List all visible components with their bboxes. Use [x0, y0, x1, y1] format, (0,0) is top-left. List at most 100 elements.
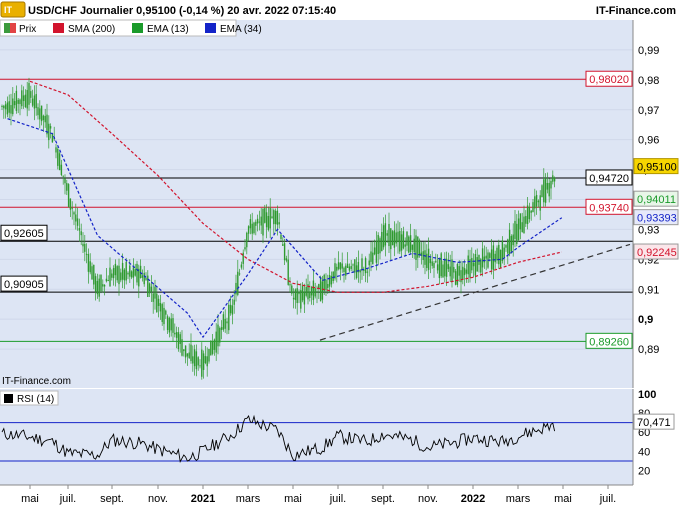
candle — [336, 266, 338, 271]
candle — [471, 257, 473, 271]
candle — [60, 164, 63, 176]
candle — [296, 288, 298, 304]
candle — [528, 206, 531, 220]
candle — [411, 244, 414, 250]
candle — [172, 318, 174, 333]
y-tick-label: 0,9 — [638, 314, 653, 326]
candle — [406, 231, 408, 246]
candle — [3, 105, 5, 109]
candle — [301, 285, 304, 301]
candle — [42, 115, 45, 121]
x-tick-label: mars — [236, 493, 261, 505]
candle — [201, 349, 203, 377]
candle — [427, 248, 430, 270]
candle — [186, 353, 189, 357]
candle — [429, 258, 432, 264]
value-tag-label: 0,94011 — [637, 194, 676, 206]
candle — [460, 270, 462, 283]
candle — [224, 318, 226, 329]
candle — [195, 351, 198, 370]
candle — [21, 90, 23, 107]
candle — [334, 263, 336, 279]
value-tag-label: 0,93393 — [637, 213, 677, 225]
candle — [440, 253, 442, 277]
candle — [96, 280, 99, 295]
candle — [244, 247, 246, 250]
candle — [159, 303, 162, 312]
candle — [6, 102, 9, 115]
watermark-text: IT-Finance.com — [2, 376, 71, 387]
candle — [372, 252, 374, 265]
candle — [211, 341, 214, 354]
candle — [71, 207, 73, 209]
y-tick-label: 0,98 — [638, 75, 659, 87]
candle — [206, 356, 208, 367]
candle — [499, 249, 502, 268]
candle — [415, 235, 417, 260]
candle — [49, 126, 52, 129]
candle — [550, 180, 552, 189]
rsi-y-tick-label: 40 — [638, 446, 650, 458]
candle — [402, 231, 405, 249]
candle — [120, 272, 122, 281]
candle — [165, 310, 167, 315]
candle — [496, 247, 498, 261]
candle — [339, 262, 342, 270]
candle — [409, 235, 412, 253]
candle — [246, 232, 248, 248]
candle — [391, 231, 394, 246]
candle — [87, 254, 90, 272]
candle — [384, 223, 387, 246]
candle — [58, 153, 61, 171]
candle — [456, 264, 459, 285]
candle — [94, 276, 97, 292]
candle — [264, 208, 266, 223]
candle — [31, 98, 34, 106]
candle — [132, 267, 135, 278]
candle — [251, 223, 253, 234]
candle — [368, 260, 370, 266]
candle — [228, 304, 230, 331]
candle — [35, 94, 37, 109]
candle — [386, 233, 388, 236]
candle — [80, 231, 82, 236]
candle — [463, 268, 466, 276]
candle — [543, 179, 545, 203]
candle — [121, 262, 124, 280]
candle — [260, 216, 262, 226]
candle — [262, 208, 264, 236]
candle — [102, 284, 104, 287]
candle — [208, 348, 210, 362]
candle — [112, 268, 115, 279]
candle — [476, 257, 478, 272]
x-tick-label: juil. — [59, 493, 77, 505]
candle — [125, 261, 127, 281]
candle — [163, 307, 165, 325]
chart-title: USD/CHF Journalier 0,95100 (-0,14 %) 20 … — [28, 5, 336, 17]
legend-label: Prix — [19, 24, 36, 35]
candle — [498, 244, 500, 265]
candle — [127, 272, 129, 275]
candle — [174, 332, 176, 335]
candle — [13, 101, 16, 106]
candle — [327, 283, 329, 289]
candle — [181, 339, 183, 356]
candle — [292, 297, 295, 300]
candle — [247, 226, 250, 234]
candle — [458, 266, 460, 276]
candle — [508, 229, 511, 255]
candle — [431, 261, 433, 266]
candle — [282, 244, 284, 246]
candle — [510, 236, 513, 252]
candle — [364, 258, 367, 274]
candle — [413, 238, 415, 253]
candle — [309, 291, 311, 298]
candle — [285, 258, 288, 261]
candle — [321, 281, 324, 300]
candle — [310, 287, 313, 296]
candle — [346, 263, 349, 268]
level-label: 0,92605 — [4, 228, 44, 240]
candle — [202, 353, 205, 370]
x-tick-label: 2022 — [461, 493, 485, 505]
level-label: 0,89260 — [589, 336, 629, 348]
